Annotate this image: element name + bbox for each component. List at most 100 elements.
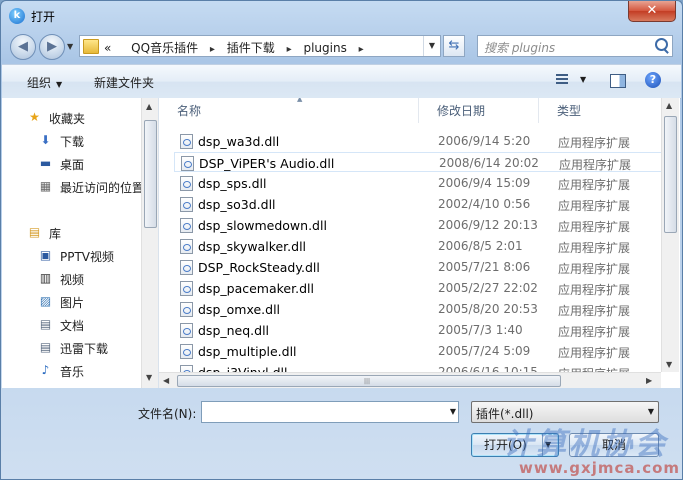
breadcrumb-separator-icon[interactable]: ▸ <box>359 44 364 55</box>
sidebar-item-label: 视频 <box>60 273 85 287</box>
file-name: dsp_neq.dll <box>198 323 270 338</box>
scroll-thumb[interactable] <box>664 116 677 233</box>
search-box[interactable]: 搜索 plugins <box>477 35 673 57</box>
file-row[interactable]: dsp_multiple.dll 2005/7/24 5:09 应用程序扩展 <box>174 341 664 361</box>
file-type: 应用程序扩展 <box>558 304 631 318</box>
file-date: 2002/4/10 0:56 <box>438 197 531 211</box>
scroll-up-icon[interactable]: ▲ <box>666 101 672 110</box>
file-date: 2005/7/21 8:06 <box>438 260 531 274</box>
download-folder-icon: ⬇ <box>40 133 51 147</box>
app-logo-icon: k <box>9 8 25 24</box>
file-row[interactable]: dsp_skywalker.dll 2006/8/5 2:01 应用程序扩展 <box>174 236 664 256</box>
chevron-down-icon: ▼ <box>56 80 63 89</box>
new-folder-button[interactable]: 新建文件夹 <box>94 74 154 91</box>
file-date: 2006/9/12 20:13 <box>438 218 538 232</box>
file-type: 应用程序扩展 <box>558 220 631 234</box>
refresh-button[interactable]: ⇆ <box>443 35 465 57</box>
recent-pages-chevron-down-icon[interactable]: ▼ <box>67 42 73 51</box>
forward-button[interactable]: ▶ <box>39 34 65 60</box>
file-row[interactable]: DSP_ViPER's Audio.dll 2008/6/14 20:02 应用程序… <box>174 152 664 172</box>
column-header-date[interactable]: 修改日期 <box>419 98 539 123</box>
file-row[interactable]: dsp_omxe.dll 2005/8/20 20:53 应用程序扩展 <box>174 299 664 319</box>
scroll-up-icon[interactable]: ▲ <box>146 102 152 111</box>
file-list-vertical-scrollbar[interactable]: ▲ ▼ <box>661 98 679 372</box>
file-type: 应用程序扩展 <box>558 346 631 360</box>
recent-places-icon: ▦ <box>39 179 52 193</box>
window-title: 打开 <box>31 10 56 24</box>
sidebar-item-label: PPTV视频 <box>60 250 115 264</box>
filter-chevron-down-icon[interactable]: ▼ <box>648 407 654 416</box>
file-name: DSP_ViPER's Audio.dll <box>199 156 335 171</box>
scroll-right-icon[interactable]: ▶ <box>646 376 652 385</box>
file-date: 2005/8/20 20:53 <box>438 302 538 316</box>
file-type-filter-select[interactable]: 插件(*.dll) ▼ <box>471 401 659 423</box>
breadcrumb-item-plugins[interactable]: plugins <box>303 41 346 55</box>
file-row[interactable]: dsp_neq.dll 2005/7/3 1:40 应用程序扩展 <box>174 320 664 340</box>
file-type: 应用程序扩展 <box>558 178 631 192</box>
file-row[interactable]: dsp_sps.dll 2006/9/4 15:09 应用程序扩展 <box>174 173 664 193</box>
sidebar-item-label: 最近访问的位置 <box>60 181 145 195</box>
scroll-down-icon[interactable]: ▼ <box>146 373 152 382</box>
file-date: 2005/7/3 1:40 <box>438 323 523 337</box>
cancel-button[interactable]: 取消 <box>569 433 659 457</box>
sidebar-item-label: 桌面 <box>60 158 85 172</box>
file-row[interactable]: dsp_slowmedown.dll 2006/9/12 20:13 应用程序扩展 <box>174 215 664 235</box>
scroll-left-icon[interactable]: ◀ <box>163 376 169 385</box>
sidebar-item-label: 文档 <box>60 319 85 333</box>
breadcrumb-overflow[interactable]: « <box>104 41 111 55</box>
view-options-icon[interactable] <box>556 74 568 86</box>
filename-input[interactable]: ▼ <box>201 401 459 423</box>
dll-file-icon <box>180 239 193 254</box>
file-row[interactable]: dsp_so3d.dll 2002/4/10 0:56 应用程序扩展 <box>174 194 664 214</box>
scroll-thumb[interactable]: ||| <box>177 375 561 387</box>
preview-pane-icon[interactable] <box>610 74 626 88</box>
address-bar[interactable]: « QQ音乐插件 ▸ 插件下载 ▸ plugins ▸ ▼ <box>79 35 441 57</box>
film-icon: ▥ <box>39 271 52 285</box>
file-row[interactable]: dsp_pacemaker.dll 2005/2/27 22:02 应用程序扩展 <box>174 278 664 298</box>
scroll-thumb[interactable] <box>144 120 157 228</box>
search-placeholder: 搜索 plugins <box>484 41 556 55</box>
file-row[interactable]: DSP_RockSteady.dll 2005/7/21 8:06 应用程序扩展 <box>174 257 664 277</box>
scroll-down-icon[interactable]: ▼ <box>666 360 672 369</box>
open-button[interactable]: 打开(O) ▼ <box>471 433 559 457</box>
close-button[interactable]: ✕ <box>628 1 676 22</box>
search-icon[interactable] <box>655 38 668 51</box>
file-row[interactable]: dsp_wa3d.dll 2006/9/14 5:20 应用程序扩展 <box>174 131 664 151</box>
file-name: DSP_RockSteady.dll <box>198 260 320 275</box>
breadcrumb-item-plugin-download[interactable]: 插件下载 <box>227 41 275 55</box>
file-date: 2005/7/24 5:09 <box>438 344 531 358</box>
sidebar-item-label: 下载 <box>60 135 85 149</box>
file-name: dsp_omxe.dll <box>198 302 281 317</box>
filename-history-chevron-down-icon[interactable]: ▼ <box>450 407 456 416</box>
breadcrumb-separator-icon[interactable]: ▸ <box>287 44 292 55</box>
navigation-pane: ★ 收藏夹 ⬇ 下载 ▬ 桌面 ▦ 最近访问的位置 ▤ 库 ▣ PPTV视频 ▥ 视频 ▨ 图片 ▤ 文档 ▤ 迅雷下… <box>2 98 159 388</box>
documents-icon: ▤ <box>39 317 52 331</box>
navigation-scrollbar[interactable]: ▲ ▼ <box>141 98 158 388</box>
file-type-value: 插件(*.dll) <box>476 407 534 421</box>
desktop-icon: ▬ <box>39 156 52 170</box>
open-options-chevron-down-icon[interactable]: ▼ <box>545 434 551 456</box>
breadcrumb-separator-icon[interactable]: ▸ <box>210 44 215 55</box>
breadcrumb-item-qq-plugins[interactable]: QQ音乐插件 <box>131 41 198 55</box>
file-name: dsp_pacemaker.dll <box>198 281 314 296</box>
file-type: 应用程序扩展 <box>558 241 631 255</box>
dll-file-icon <box>180 344 193 359</box>
file-list-horizontal-scrollbar[interactable]: ◀ ||| ▶ <box>159 372 661 388</box>
thunder-download-icon: ▤ <box>39 340 52 354</box>
dll-file-icon <box>180 323 193 338</box>
file-name: dsp_sps.dll <box>198 176 267 191</box>
dll-file-icon <box>180 176 193 191</box>
back-button[interactable]: ◀ <box>10 34 36 60</box>
file-type: 应用程序扩展 <box>558 262 631 276</box>
view-chevron-down-icon[interactable]: ▼ <box>580 75 586 84</box>
navigation-bar: ◀ ▶ ▼ « QQ音乐插件 ▸ 插件下载 ▸ plugins ▸ ▼ ⇆ 搜索… <box>1 33 682 61</box>
file-type: 应用程序扩展 <box>558 325 631 339</box>
organize-button[interactable]: 组织 ▼ <box>27 74 62 91</box>
help-icon[interactable]: ? <box>645 72 661 88</box>
address-history-chevron-down-icon[interactable]: ▼ <box>423 36 440 56</box>
column-header-type[interactable]: 类型 <box>539 98 669 123</box>
sidebar-item-label: 收藏夹 <box>49 112 86 126</box>
column-header-name[interactable]: 名称 <box>159 98 419 123</box>
title-bar[interactable]: k 打开 ✕ <box>1 1 682 31</box>
star-icon: ★ <box>29 110 40 124</box>
